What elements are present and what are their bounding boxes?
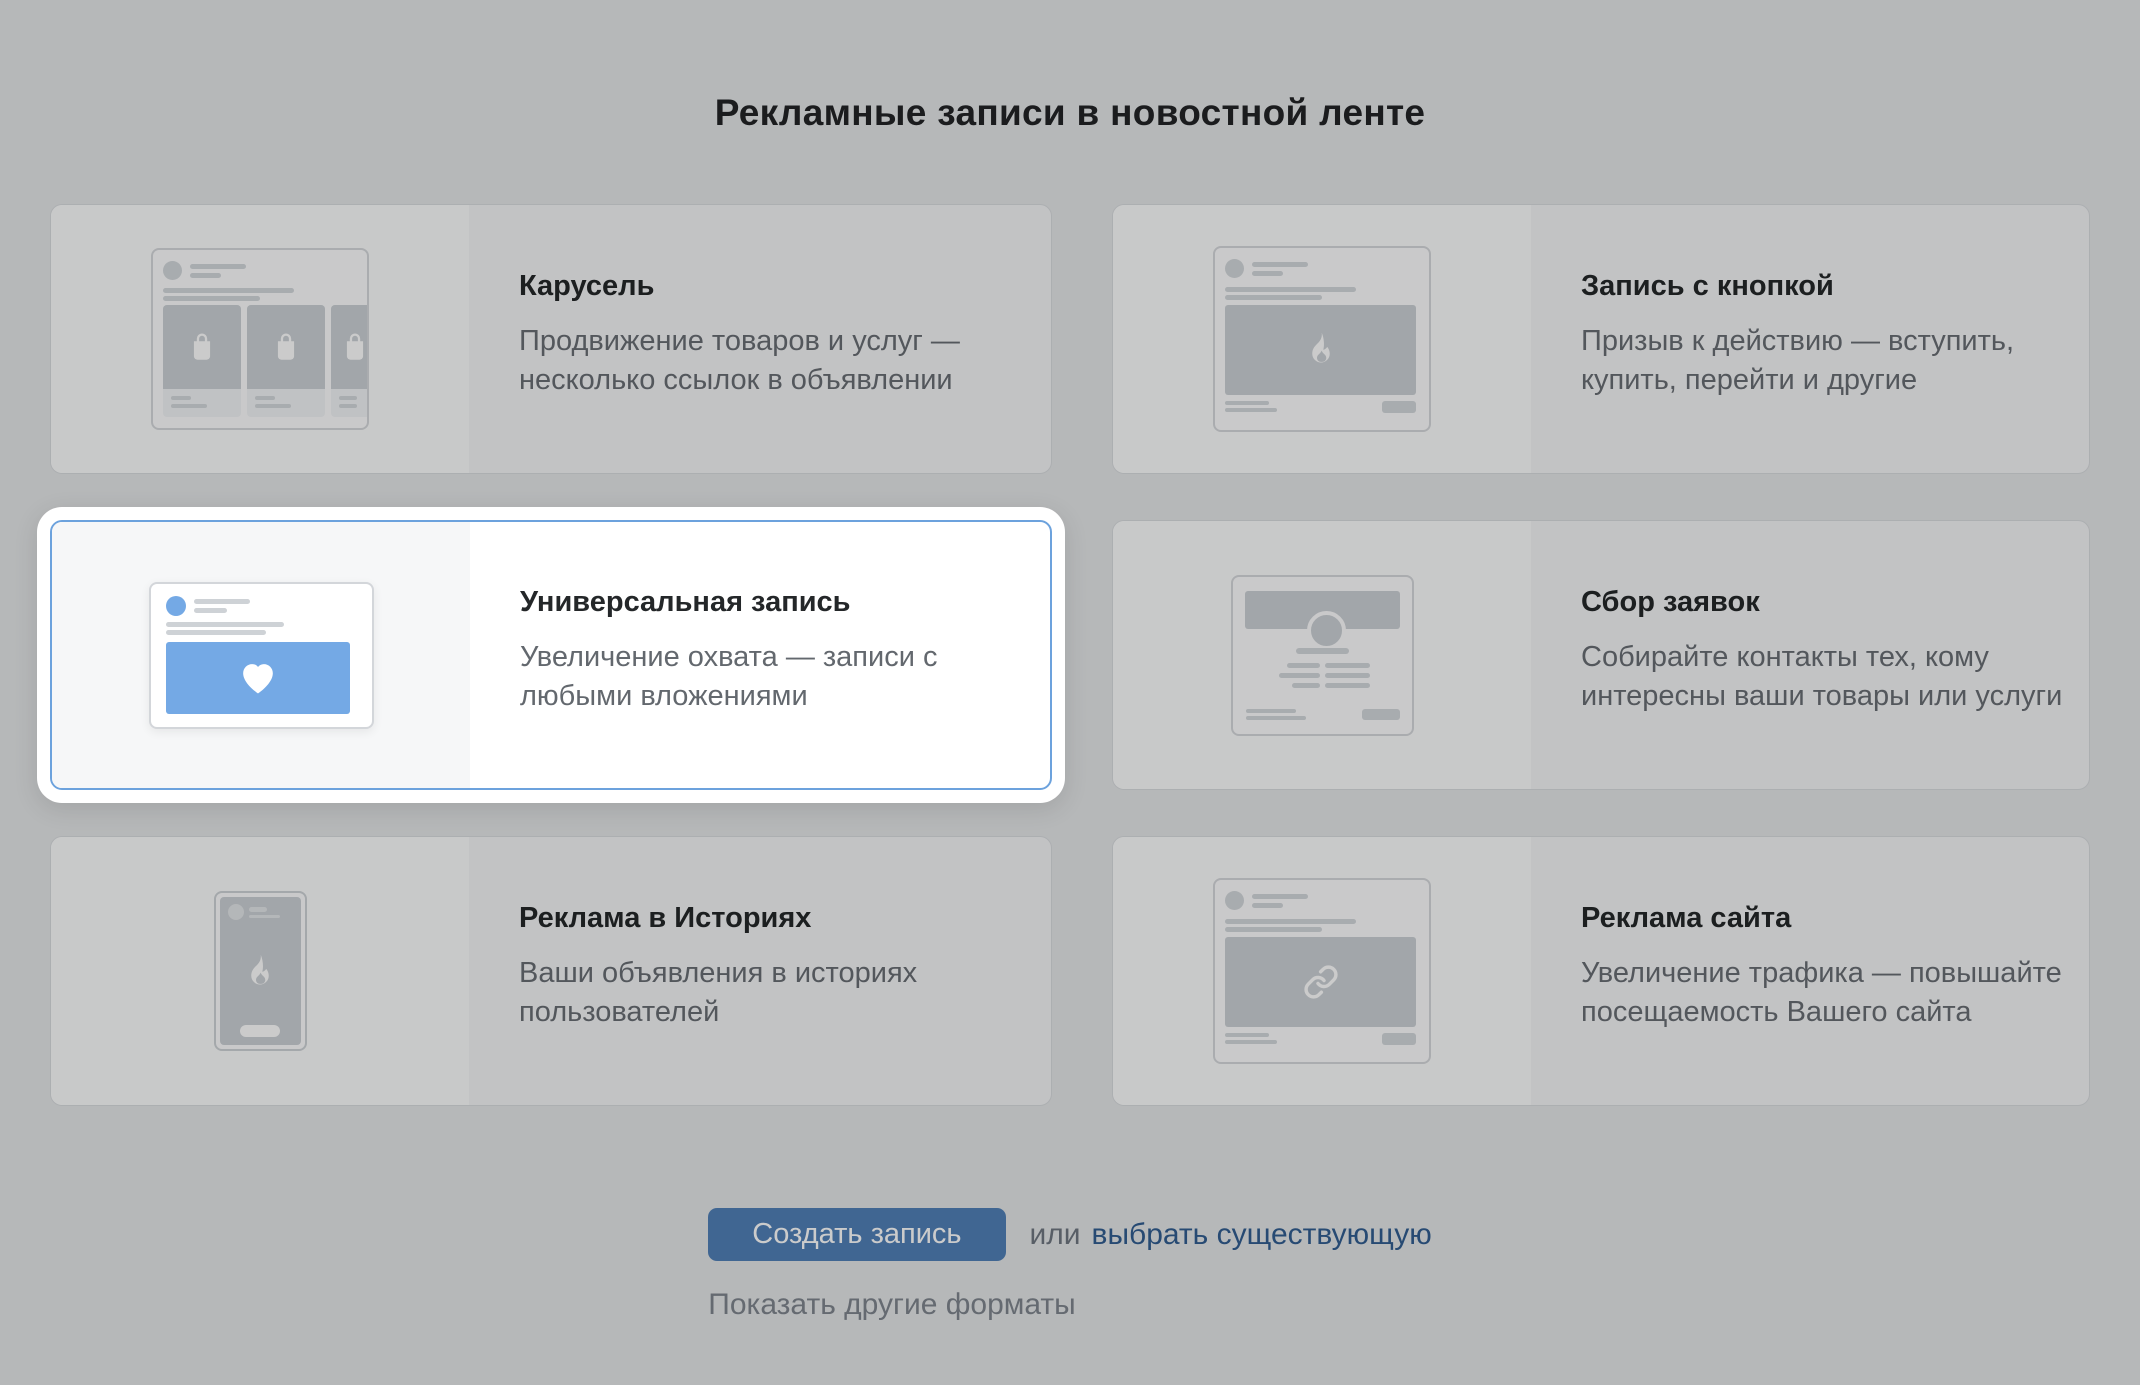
card-illustration xyxy=(52,522,470,788)
placeholder-line xyxy=(194,599,250,604)
card-title: Универсальная запись xyxy=(520,586,1032,619)
heart-icon xyxy=(239,661,277,695)
placeholder-line xyxy=(166,630,266,635)
card-text: Универсальная запись Увеличение охвата —… xyxy=(470,522,1050,788)
format-card-universal-post[interactable]: Универсальная запись Увеличение охвата —… xyxy=(50,520,1052,790)
universal-post-mockup xyxy=(149,582,374,729)
post-image xyxy=(166,642,350,714)
placeholder-line xyxy=(194,608,227,613)
avatar xyxy=(166,596,186,616)
card-description: Увеличение охвата — записи с любыми влож… xyxy=(520,638,1032,716)
placeholder-line xyxy=(166,622,284,627)
